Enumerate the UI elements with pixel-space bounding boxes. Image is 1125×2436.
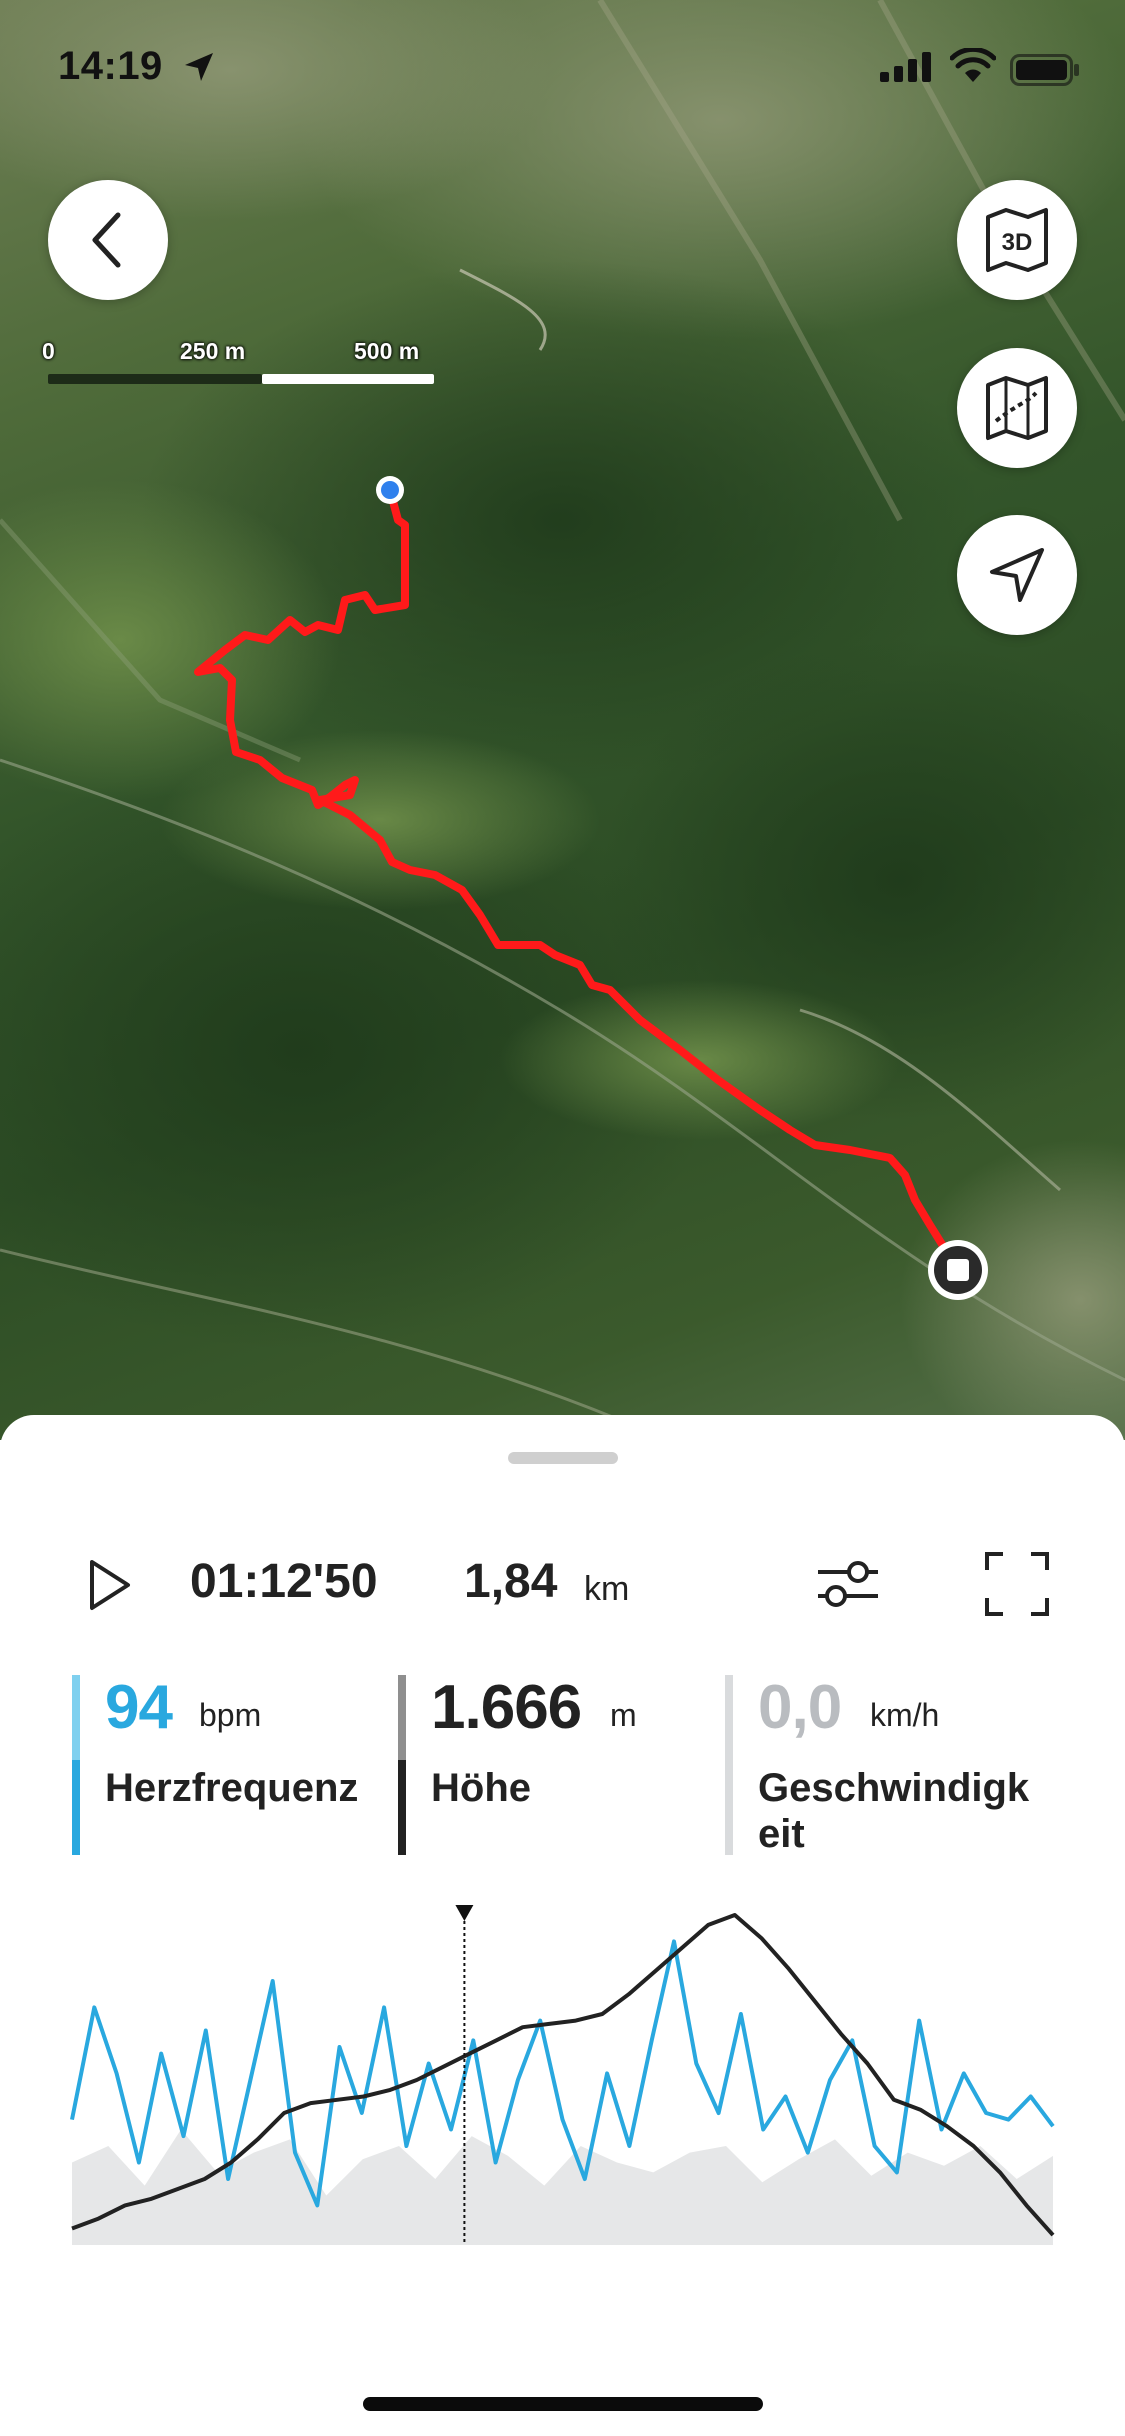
home-indicator[interactable]: [363, 2397, 763, 2411]
altitude-value: 1.666: [431, 1673, 582, 1742]
distance: 1,84: [464, 1555, 558, 1608]
bottom-sheet[interactable]: 01:12'50 1,84 km 94 bpm Herzfrequenz 1.6…: [0, 1415, 1125, 2436]
3d-button-label: 3D: [1002, 229, 1033, 256]
metric-altitude[interactable]: 1.666 m Höhe: [398, 1673, 718, 1855]
map-icon: [986, 376, 1048, 440]
status-time: 14:19: [58, 44, 163, 88]
distance-unit: km: [584, 1570, 630, 1608]
chart-svg[interactable]: [0, 1895, 1125, 2275]
playback-controls: 01:12'50 1,84 km: [0, 1530, 1125, 1640]
heart-rate-value: 94: [105, 1673, 173, 1742]
3d-map-icon: 3D: [986, 208, 1048, 272]
heart-rate-label: Herzfrequenz: [105, 1766, 359, 1810]
altitude-unit: m: [610, 1697, 637, 1733]
metric-speed[interactable]: 0,0 km/h Geschwindigkeit: [725, 1673, 1045, 1856]
cellular-signal-icon: [880, 52, 931, 82]
scale-label-250: 250 m: [180, 338, 246, 364]
satellite-terrain: [0, 0, 1125, 1440]
fullscreen-icon[interactable]: [985, 1552, 1049, 1616]
sliders-icon[interactable]: [816, 1556, 880, 1612]
speed-series-area: [72, 2129, 1053, 2245]
back-button[interactable]: [48, 180, 168, 300]
scale-bar-dark: [48, 374, 262, 384]
heart-rate-unit: bpm: [199, 1697, 262, 1733]
altitude-label: Höhe: [431, 1766, 531, 1810]
play-icon[interactable]: [84, 1556, 134, 1614]
sheet-grabber[interactable]: [508, 1452, 618, 1464]
map-scale: 0 250 m 500 m: [40, 338, 440, 388]
route-end-marker[interactable]: [928, 1240, 988, 1300]
activity-chart[interactable]: [0, 1895, 1125, 2275]
wifi-icon: [950, 48, 996, 82]
chevron-left-icon: [92, 212, 121, 268]
metric-heart-rate[interactable]: 94 bpm Herzfrequenz: [72, 1673, 392, 1855]
location-arrow-icon: [185, 53, 213, 81]
status-bar: 14:19: [0, 0, 1125, 132]
3d-button[interactable]: 3D: [957, 180, 1077, 300]
scale-label-0: 0: [42, 338, 55, 364]
speed-value: 0,0: [758, 1673, 842, 1742]
speed-label: Geschwindigkeit: [758, 1766, 1030, 1856]
map-type-button[interactable]: [957, 348, 1077, 468]
navigation-arrow-icon: [990, 548, 1044, 602]
duration: 01:12'50: [190, 1555, 378, 1608]
map-view[interactable]: 14:19 0 250 m 500 m 3D: [0, 0, 1125, 1440]
metrics-row: 94 bpm Herzfrequenz 1.666 m Höhe 0,0 km/…: [0, 1673, 1125, 1856]
locate-button[interactable]: [957, 515, 1077, 635]
scale-label-500: 500 m: [354, 338, 420, 364]
battery-icon: [1010, 54, 1079, 86]
speed-unit: km/h: [870, 1697, 940, 1733]
chart-cursor-handle[interactable]: [455, 1905, 474, 1921]
scale-bar-light: [262, 374, 434, 384]
